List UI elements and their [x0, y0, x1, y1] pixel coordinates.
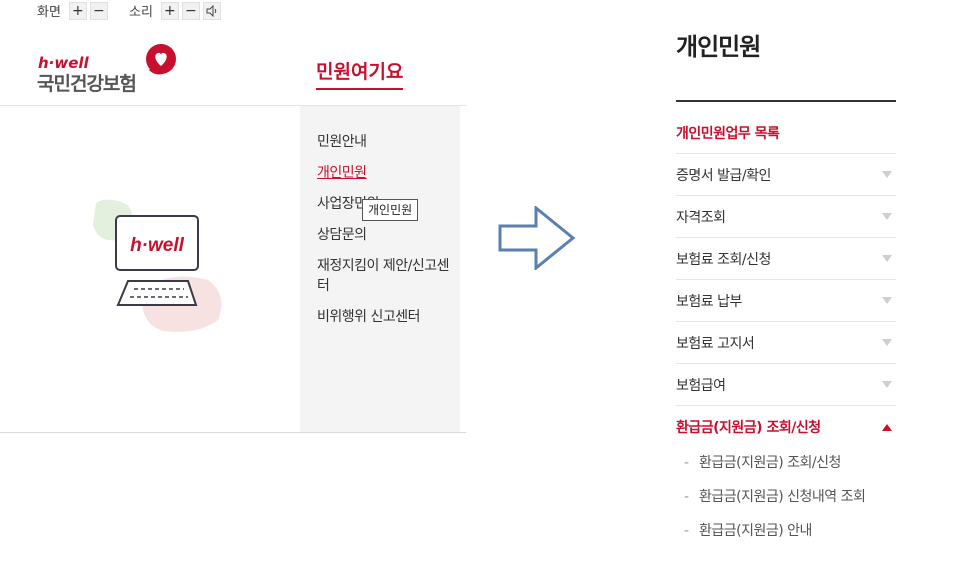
chevron-down-icon	[882, 171, 892, 178]
menu-item-premium-notice[interactable]: 보험료 고지서	[676, 322, 896, 364]
menu-item-label: 보험급여	[676, 377, 726, 394]
refund-sub-item-inquiry[interactable]: - 환급금(지원금) 조회/신청	[684, 452, 865, 486]
menu-item-insurance-benefit[interactable]: 보험급여	[676, 364, 896, 406]
menu-header: 개인민원업무 목록	[676, 112, 896, 154]
submenu-item-personal-civil[interactable]: 개인민원	[317, 163, 460, 183]
screen-size-label: 화면	[37, 5, 61, 20]
illustration-screen-text: h·well	[130, 235, 185, 256]
submenu-item-misconduct-report[interactable]: 비위행위 신고센터	[317, 307, 460, 327]
screen-zoom-in-button[interactable]: +	[68, 1, 87, 20]
heart-logo-icon	[146, 44, 176, 75]
sub-item-label: 환급금(지원금) 신청내역 조회	[699, 489, 866, 505]
screen-zoom-out-button[interactable]: −	[89, 1, 108, 20]
volume-down-button[interactable]: −	[181, 1, 200, 20]
submenu-item-civil-guide[interactable]: 민원안내	[317, 132, 460, 152]
refund-sub-item-history[interactable]: - 환급금(지원금) 신청내역 조회	[684, 486, 866, 520]
menu-item-label: 증명서 발급/확인	[676, 167, 771, 184]
menu-item-label: 자격조회	[676, 209, 726, 226]
site-logo[interactable]: h·well 국민건강보험	[37, 44, 187, 95]
refund-submenu: - 환급금(지원금) 조회/신청 - 환급금(지원금) 신청내역 조회 - 환급…	[684, 452, 866, 554]
dash-bullet: -	[684, 489, 689, 505]
panel-title: 개인민원	[676, 33, 761, 61]
menu-item-label: 보험료 고지서	[676, 335, 755, 352]
dash-bullet: -	[684, 455, 689, 471]
menu-item-label: 환급금(지원금) 조회/신청	[676, 420, 821, 436]
menu-item-certificate[interactable]: 증명서 발급/확인	[676, 154, 896, 196]
speaker-button[interactable]	[202, 1, 221, 20]
chevron-down-icon	[882, 213, 892, 220]
logo-org-text: 국민건강보험	[37, 73, 137, 95]
menu-item-label: 보험료 조회/신청	[676, 251, 771, 268]
menu-header-label: 개인민원업무 목록	[676, 125, 780, 142]
menu-item-label: 보험료 납부	[676, 293, 742, 310]
sub-item-label: 환급금(지원금) 조회/신청	[699, 455, 841, 471]
panel-title-underline	[676, 100, 896, 102]
chevron-down-icon	[882, 297, 892, 304]
right-arrow-icon	[498, 206, 576, 270]
submenu-item-finance-guard[interactable]: 재정지킴이 제안/신고센터	[317, 256, 460, 296]
personal-civil-menu: 개인민원업무 목록 증명서 발급/확인 자격조회 보험료 조회/신청 보험료 납…	[676, 112, 896, 448]
sound-controls: 소리 + −	[129, 1, 224, 20]
refund-sub-item-guide[interactable]: - 환급금(지원금) 안내	[684, 520, 865, 554]
menu-item-premium-inquiry[interactable]: 보험료 조회/신청	[676, 238, 896, 280]
chevron-down-icon	[882, 255, 892, 262]
gnb-submenu-panel: 민원안내 개인민원 사업장민원 상담문의 재정지킴이 제안/신고센터 비위행위 …	[300, 106, 460, 432]
dash-bullet: -	[684, 523, 689, 539]
speaker-icon	[206, 4, 217, 17]
sub-item-label: 환급금(지원금) 안내	[699, 523, 812, 539]
menu-item-premium-payment[interactable]: 보험료 납부	[676, 280, 896, 322]
chevron-up-icon	[882, 423, 892, 431]
computer-illustration: h·well	[93, 199, 222, 332]
submenu-item-consultation[interactable]: 상담문의	[317, 225, 460, 245]
gnb-menu-title[interactable]: 민원여기요	[316, 57, 404, 90]
hover-tooltip: 개인민원	[362, 199, 419, 221]
menu-item-refund[interactable]: 환급금(지원금) 조회/신청	[676, 406, 896, 448]
menu-item-eligibility[interactable]: 자격조회	[676, 196, 896, 238]
chevron-down-icon	[882, 339, 892, 346]
screen-size-controls: 화면 + −	[37, 1, 111, 20]
volume-up-button[interactable]: +	[160, 1, 179, 20]
submenu-bottom-divider	[0, 432, 466, 433]
chevron-down-icon	[882, 381, 892, 388]
sound-label: 소리	[129, 5, 153, 20]
